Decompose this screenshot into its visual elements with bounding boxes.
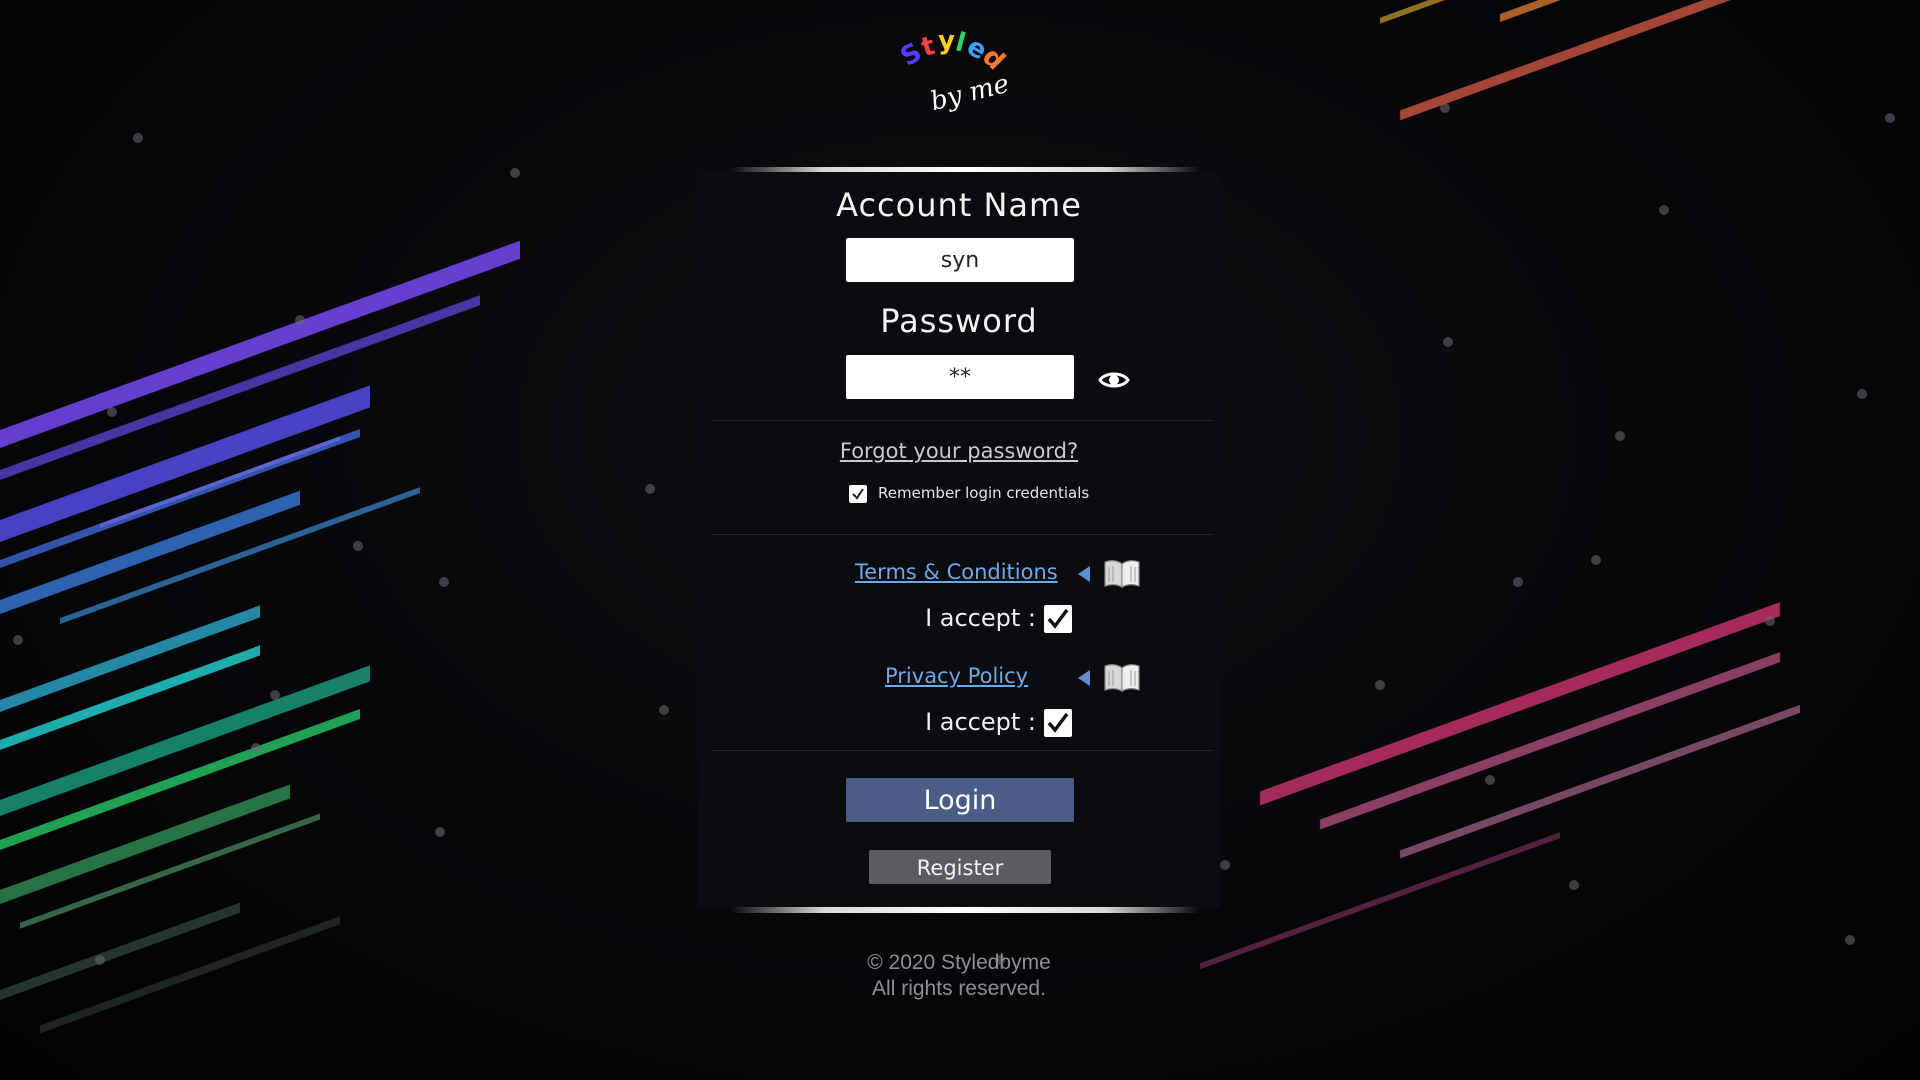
background-dot [1885, 113, 1895, 123]
background-dot [1513, 577, 1523, 587]
background-dot [295, 315, 305, 325]
triangle-left-icon [1078, 670, 1090, 686]
logo-byme-text: by me [927, 68, 1013, 118]
background-dot [13, 635, 23, 645]
account-name-label: Account Name [836, 186, 1082, 224]
background-dot [251, 743, 261, 753]
background-dot [1443, 337, 1453, 347]
light-streak [1500, 0, 1780, 23]
panel-bottom-glow [730, 907, 1200, 913]
background-dot [1569, 880, 1579, 890]
footer-copyright: © 2020 Styledbyme [867, 951, 1051, 974]
background-dot [1375, 680, 1385, 690]
brand-logo: S t y l e d by me [895, 26, 1013, 118]
privacy-accept-checkbox[interactable] [1044, 709, 1072, 737]
login-button[interactable]: Login [846, 778, 1074, 822]
account-name-input[interactable] [846, 238, 1074, 282]
eye-icon[interactable] [1098, 364, 1130, 396]
background-dot [1485, 775, 1495, 785]
background-dot [107, 407, 117, 417]
privacy-accept-label: I accept : [925, 708, 1036, 736]
background-dot [1591, 555, 1601, 565]
terms-accept-label: I accept : [925, 604, 1036, 632]
remember-checkbox[interactable] [849, 485, 867, 503]
background-dot [510, 168, 520, 178]
background-dot [95, 955, 105, 965]
password-input[interactable] [846, 355, 1074, 399]
footer-rights: All rights reserved. [872, 977, 1046, 1000]
background-dot [1857, 389, 1867, 399]
light-streak [0, 784, 290, 915]
checkmark-icon [1047, 712, 1069, 733]
terms-accept-checkbox[interactable] [1044, 605, 1072, 633]
password-label: Password [880, 302, 1038, 340]
light-streak [1400, 0, 1760, 121]
register-button[interactable]: Register [869, 850, 1051, 884]
login-screen: S t y l e d by me Account Name Password … [0, 0, 1920, 1080]
background-dot [1220, 860, 1230, 870]
background-dot [435, 827, 445, 837]
checkmark-icon [1047, 608, 1069, 629]
light-streak [40, 916, 340, 1034]
book-icon[interactable] [1103, 558, 1141, 588]
remember-label: Remember login credentials [878, 484, 1090, 502]
divider [713, 534, 1213, 535]
light-streak [60, 487, 420, 625]
light-streak [1200, 832, 1560, 970]
book-icon[interactable] [1103, 662, 1141, 692]
terms-conditions-link[interactable]: Terms & Conditions [855, 560, 1058, 584]
background-dot [1845, 935, 1855, 945]
divider [713, 750, 1213, 751]
light-streak [1260, 602, 1780, 806]
triangle-left-icon [1078, 566, 1090, 582]
divider [713, 420, 1213, 421]
background-dot [439, 577, 449, 587]
background-dot [270, 690, 280, 700]
background-dot [353, 541, 363, 551]
background-dot [133, 133, 143, 143]
privacy-policy-link[interactable]: Privacy Policy [885, 664, 1028, 688]
checkmark-icon [852, 488, 864, 500]
forgot-password-link[interactable]: Forgot your password? [698, 439, 1220, 463]
background-dot [1765, 616, 1775, 626]
background-dot [1440, 103, 1450, 113]
background-dot [645, 484, 655, 494]
background-dot [1659, 205, 1669, 215]
background-dot [1615, 431, 1625, 441]
background-dot [659, 705, 669, 715]
